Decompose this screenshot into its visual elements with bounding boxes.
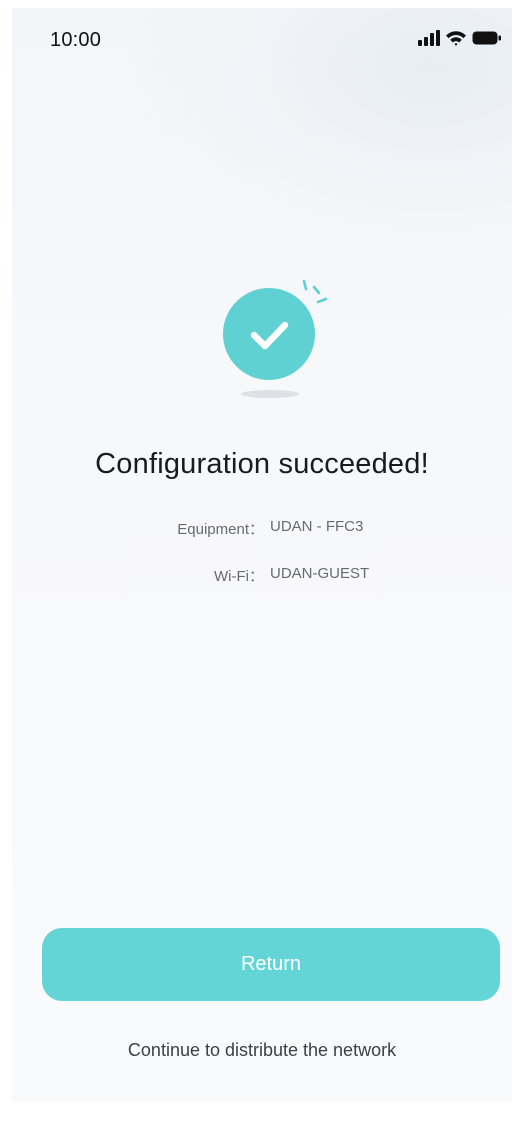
return-button[interactable]: Return [42, 928, 500, 1001]
status-time: 10:00 [50, 29, 102, 51]
config-success-screen: 10:00 Configuration succeeded! Equipment… [12, 8, 512, 1102]
equipment-value: UDAN - FFC3 [270, 518, 364, 535]
status-bar: 10:00 [12, 8, 512, 72]
wifi-value: UDAN-GUEST [270, 565, 370, 582]
equipment-label: Equipment： [177, 521, 264, 538]
success-shadow [241, 390, 299, 398]
status-icons [418, 30, 502, 51]
success-illustration [217, 276, 337, 406]
battery-icon [472, 30, 502, 51]
wifi-label: Wi-Fi： [214, 568, 264, 585]
signal-icon [418, 30, 440, 51]
page-title: Configuration succeeded! [95, 448, 429, 480]
continue-distribute-link[interactable]: Continue to distribute the network [12, 1040, 512, 1061]
sparkle-icon [302, 279, 328, 304]
wifi-icon [445, 30, 467, 51]
